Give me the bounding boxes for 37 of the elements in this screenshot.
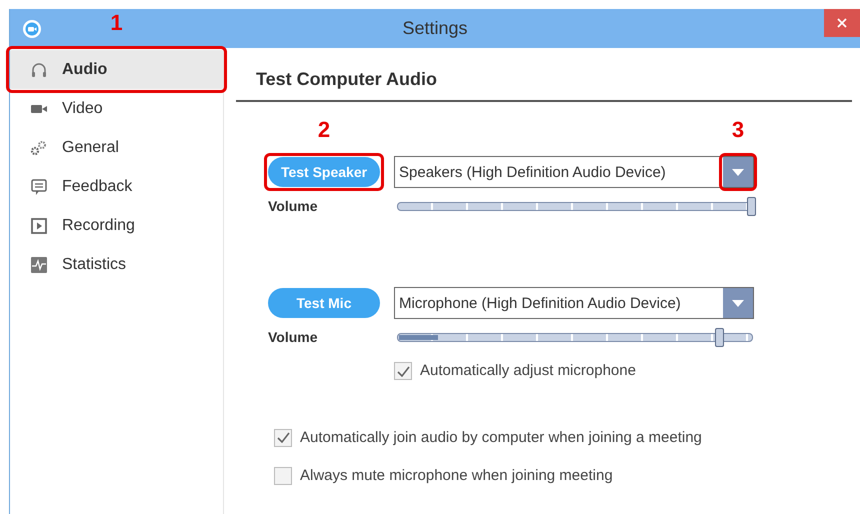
slider-thumb[interactable]	[715, 328, 724, 347]
sidebar-item[interactable]: General	[10, 128, 223, 167]
checkbox-label: Always mute microphone when joining meeting	[300, 466, 613, 486]
checkbox-label: Automatically join audio by computer when joining a meeting	[300, 428, 702, 448]
step-number: 3	[732, 116, 744, 144]
sidebar-item[interactable]: Feedback	[10, 167, 223, 206]
device-dropdown[interactable]: Microphone (High Definition Audio Device)	[394, 287, 754, 319]
sidebar-item[interactable]: Statistics	[10, 245, 223, 284]
app-logo-icon	[22, 19, 42, 39]
volume-slider[interactable]	[394, 196, 756, 217]
step-number: 1	[110, 9, 123, 37]
sidebar-item[interactable]: Video	[10, 89, 223, 128]
dropdown-button[interactable]	[723, 288, 753, 318]
checkbox-label: Automatically adjust microphone	[420, 361, 636, 381]
caret-icon	[732, 168, 744, 176]
checkbox[interactable]	[274, 467, 292, 486]
check-icon	[276, 432, 290, 444]
slider-thumb[interactable]	[747, 197, 756, 216]
sidebar-item[interactable]: Recording	[10, 206, 223, 245]
window-title: Settings	[402, 17, 468, 40]
headphones-icon	[30, 60, 48, 78]
step-number: 2	[318, 116, 330, 144]
pulse-icon	[30, 256, 48, 274]
volume-slider[interactable]	[394, 327, 756, 348]
section-heading: Test Computer Audio	[236, 48, 852, 102]
close-button[interactable]	[824, 9, 860, 37]
gears-icon	[30, 138, 48, 156]
chat-icon	[30, 178, 48, 196]
checkbox[interactable]	[394, 362, 412, 380]
highlight-frame	[719, 153, 757, 191]
close-icon	[837, 18, 847, 28]
checkbox[interactable]	[274, 428, 292, 447]
volume-label: Volume	[268, 328, 319, 347]
play-icon	[30, 216, 48, 234]
volume-label: Volume	[268, 197, 319, 216]
caret-icon	[732, 300, 744, 306]
check-icon	[396, 366, 410, 377]
